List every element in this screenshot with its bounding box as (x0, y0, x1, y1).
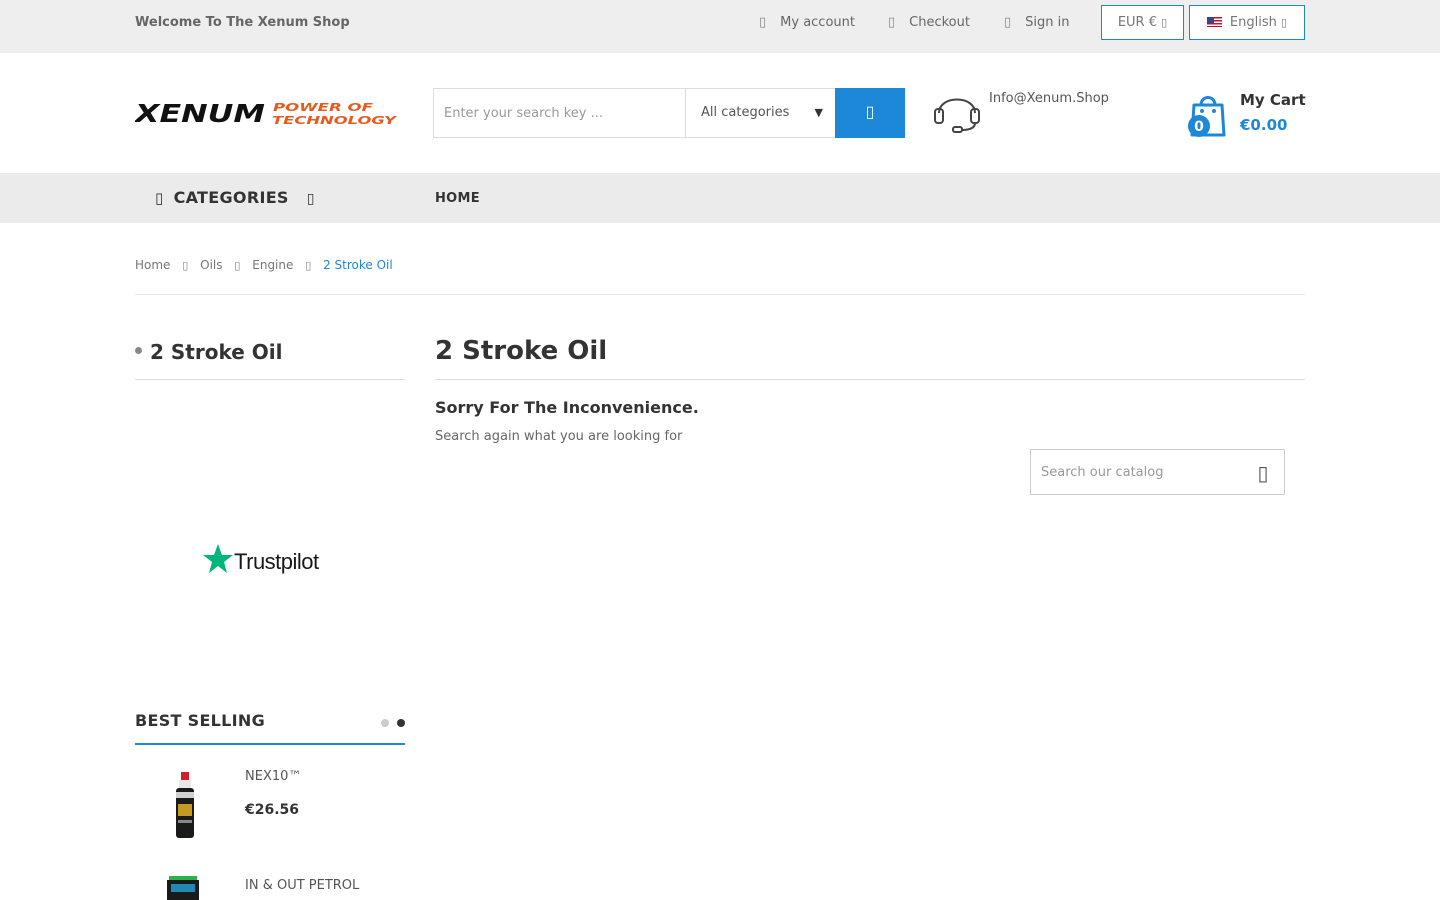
carousel-dot-2[interactable] (397, 719, 405, 727)
contact-email[interactable]: Info@Xenum.Shop (989, 91, 1109, 106)
carousel-dot-1[interactable] (381, 719, 389, 727)
cart-title[interactable]: My Cart (1240, 91, 1306, 109)
sign-in-link[interactable]: ▯ Sign in (1004, 15, 1070, 30)
trustpilot-label: Trustpilot (234, 549, 319, 574)
language-label: English (1229, 15, 1277, 30)
product-image-in-out-petrol[interactable] (165, 876, 201, 900)
checkout-link[interactable]: ▯ Checkout (888, 15, 970, 30)
breadcrumb-current[interactable]: 2 Stroke Oil (323, 258, 393, 272)
breadcrumb-oils[interactable]: Oils (200, 258, 222, 272)
product-name-in-out-petrol[interactable]: IN & OUT PETROL (245, 878, 359, 893)
xenum-logo[interactable]: XENUM POWER OF TECHNOLOGY (135, 100, 397, 126)
breadcrumb-engine[interactable]: Engine (252, 258, 293, 272)
product-image-nex10[interactable] (170, 770, 200, 840)
divider (435, 379, 1305, 380)
cart-total: €0.00 (1240, 116, 1288, 134)
chevron-right-icon: ▯ (305, 259, 312, 272)
breadcrumb-home[interactable]: Home (135, 258, 170, 272)
search-input[interactable] (433, 88, 686, 138)
categories-menu[interactable]: ▯ CATEGORIES ▯ (155, 188, 315, 207)
currency-selector[interactable]: EUR € ▯ (1101, 5, 1184, 40)
best-selling-underline (135, 743, 405, 745)
cart-count: 0 (1194, 119, 1204, 135)
lock-icon: ▯ (1004, 15, 1012, 30)
my-account-label: My account (780, 15, 855, 30)
caret-down-icon: ▼ (814, 106, 823, 119)
chevron-right-icon: ▯ (234, 259, 241, 272)
menu-icon: ▯ (155, 189, 164, 207)
divider (135, 379, 405, 380)
trustpilot-widget[interactable]: Trustpilot (202, 543, 342, 579)
bullet-icon (135, 347, 142, 354)
sign-in-label: Sign in (1025, 15, 1070, 30)
search-icon[interactable]: ▯ (1252, 460, 1274, 486)
best-selling-title: BEST SELLING (135, 711, 266, 730)
divider (135, 294, 1305, 295)
welcome-text: Welcome To The Xenum Shop (135, 15, 350, 30)
top-bar: Welcome To The Xenum Shop ▯ My account ▯ C… (0, 0, 1440, 53)
category-select-value: All categories (701, 105, 790, 120)
language-selector[interactable]: English ▯ (1189, 5, 1305, 40)
header-search: All categories ▼ ▯ (433, 88, 905, 138)
sidebar-category-label: 2 Stroke Oil (150, 340, 283, 364)
search-icon: ▯ (865, 104, 875, 121)
star-icon (203, 544, 233, 573)
page-title: 2 Stroke Oil (435, 336, 608, 366)
logo-tagline-1: POWER OF (273, 101, 374, 114)
checkout-label: Checkout (909, 15, 970, 30)
us-flag-icon (1206, 17, 1222, 27)
breadcrumb: Home ▯ Oils ▯ Engine ▯ 2 Stroke Oil (135, 258, 393, 272)
chevron-down-icon: ▯ (306, 191, 315, 207)
currency-label: EUR € (1117, 15, 1157, 30)
chevron-down-icon: ▯ (1281, 16, 1288, 29)
catalog-search: ▯ (1030, 449, 1285, 495)
product-name-nex10[interactable]: NEX10™ (245, 769, 301, 784)
categories-label: CATEGORIES (173, 188, 289, 207)
main-navigation: ▯ CATEGORIES ▯ HOME (0, 173, 1440, 223)
headset-icon (934, 98, 980, 133)
nav-home-link[interactable]: HOME (435, 191, 480, 206)
chevron-down-icon: ▯ (1161, 16, 1168, 29)
no-results-message: Search again what you are looking for (435, 429, 683, 444)
no-results-heading: Sorry For The Inconvenience. (435, 398, 699, 417)
category-select[interactable]: All categories ▼ (685, 88, 835, 138)
shopping-bag-icon[interactable]: 0 (1187, 93, 1229, 139)
user-icon: ▯ (759, 15, 767, 30)
sidebar-category-title[interactable]: 2 Stroke Oil (135, 340, 282, 364)
search-button[interactable]: ▯ (835, 88, 905, 138)
check-icon: ▯ (888, 15, 896, 30)
product-price-nex10: €26.56 (245, 802, 300, 818)
catalog-search-input[interactable] (1031, 450, 1246, 494)
logo-tagline-2: TECHNOLOGY (272, 114, 397, 126)
chevron-right-icon: ▯ (182, 259, 189, 272)
my-account-link[interactable]: ▯ My account (759, 15, 855, 30)
logo-brand: XENUM (135, 100, 265, 126)
